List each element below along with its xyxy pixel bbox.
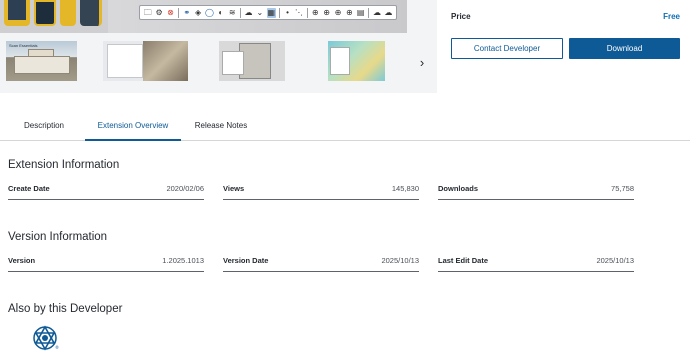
extension-toolbar-preview: 🗀 ⚙ ⊗ ⚭ ◈ ◯ ◐ ≋ ☁ ⌄ ▦ • ⋱ ⊕ ⊕ ⊕ ⊕ ▤ ☁ ☁	[139, 5, 397, 20]
also-by-developer-title: Also by this Developer	[8, 303, 123, 315]
info-field: Create Date 2020/02/06	[8, 184, 204, 200]
toolbar-separator	[306, 7, 308, 18]
cloud-download-icon: ☁	[384, 7, 393, 17]
toolbar-separator	[239, 7, 241, 18]
device-image	[80, 0, 102, 26]
developer-logo-icon[interactable]: ®	[33, 325, 59, 351]
field-value: 2025/10/13	[381, 256, 419, 265]
device-image	[34, 0, 56, 26]
half-circle-icon: ◐	[218, 7, 224, 17]
price-row: Price Free	[451, 12, 680, 21]
thumbnail-4[interactable]	[328, 41, 385, 81]
building-image	[14, 56, 70, 74]
grid-icon: ▤	[356, 7, 365, 17]
field-value: 1.2025.1013	[162, 256, 204, 265]
info-field: Last Edit Date 2025/10/13	[438, 256, 634, 272]
point-cloud-icon: ▦	[266, 7, 276, 18]
link-icon: ⚭	[183, 7, 191, 17]
tab-bar: Description Extension Overview Release N…	[0, 113, 690, 141]
field-value: 2020/02/06	[166, 184, 204, 193]
cloud-icon: ☁	[244, 7, 253, 17]
thumbnail-1[interactable]: Scan Essentials	[6, 41, 77, 81]
dialog-image	[222, 51, 244, 75]
info-field: Version Date 2025/10/13	[223, 256, 419, 272]
tab-release-notes[interactable]: Release Notes	[190, 113, 252, 141]
extension-information-row: Create Date 2020/02/06 Views 145,830 Dow…	[8, 184, 634, 200]
slope-icon: ⋱	[294, 7, 303, 17]
layers-icon: ◈	[195, 7, 202, 17]
folder-icon: 🗀	[143, 7, 152, 17]
dialog-image	[330, 47, 350, 75]
target-icon: ⊕	[323, 7, 330, 17]
info-field: Version 1.2025.1013	[8, 256, 204, 272]
cloud-upload-icon: ☁	[372, 7, 381, 17]
download-button[interactable]: Download	[569, 38, 680, 59]
tab-extension-overview[interactable]: Extension Overview	[85, 113, 181, 141]
field-label: Last Edit Date	[438, 256, 489, 265]
info-field: Downloads 75,758	[438, 184, 634, 200]
field-label: Create Date	[8, 184, 50, 193]
field-value: 75,758	[611, 184, 634, 193]
field-label: Version	[8, 256, 36, 265]
field-value: 2025/10/13	[596, 256, 634, 265]
field-label: Views	[223, 184, 245, 193]
thumbnail-2[interactable]	[103, 41, 188, 81]
terrain-image	[143, 41, 188, 81]
toolbar-separator	[178, 7, 180, 18]
media-gallery: 🗀 ⚙ ⊗ ⚭ ◈ ◯ ◐ ≋ ☁ ⌄ ▦ • ⋱ ⊕ ⊕ ⊕ ⊕ ▤ ☁ ☁ …	[0, 0, 437, 93]
dialog-image	[107, 44, 143, 78]
thumbnail-caption: Scan Essentials	[9, 43, 38, 48]
price-value: Free	[663, 12, 680, 21]
field-label: Version Date	[223, 256, 269, 265]
version-information-row: Version 1.2025.1013 Version Date 2025/10…	[8, 256, 634, 272]
toolbar-separator	[368, 7, 370, 18]
toolbar-separator	[278, 7, 280, 18]
target-icon: ⊕	[334, 7, 342, 17]
device-image	[4, 0, 30, 26]
thumbnail-3[interactable]	[219, 41, 285, 81]
target-icon: ⊕	[345, 7, 353, 17]
thumbnail-strip: Scan Essentials	[0, 39, 437, 83]
circle-icon: ◯	[204, 7, 214, 17]
dot-icon: •	[286, 7, 289, 17]
layers-stack-icon: ≋	[228, 7, 236, 17]
tab-description[interactable]: Description	[14, 113, 74, 141]
info-field: Views 145,830	[223, 184, 419, 200]
gear-icon: ⚙	[155, 7, 163, 17]
target-icon: ⊕	[311, 7, 319, 17]
version-information-title: Version Information	[8, 231, 108, 243]
field-label: Downloads	[438, 184, 479, 193]
svg-text:®: ®	[55, 345, 59, 350]
chevron-right-icon[interactable]: ›	[415, 55, 429, 71]
device-image	[60, 0, 76, 26]
chevron-down-icon: ⌄	[256, 7, 264, 17]
cancel-icon: ⊗	[167, 7, 174, 17]
field-value: 145,830	[391, 184, 419, 193]
contact-developer-button[interactable]: Contact Developer	[451, 38, 563, 59]
extension-information-title: Extension Information	[8, 159, 120, 171]
price-label: Price	[451, 12, 471, 21]
